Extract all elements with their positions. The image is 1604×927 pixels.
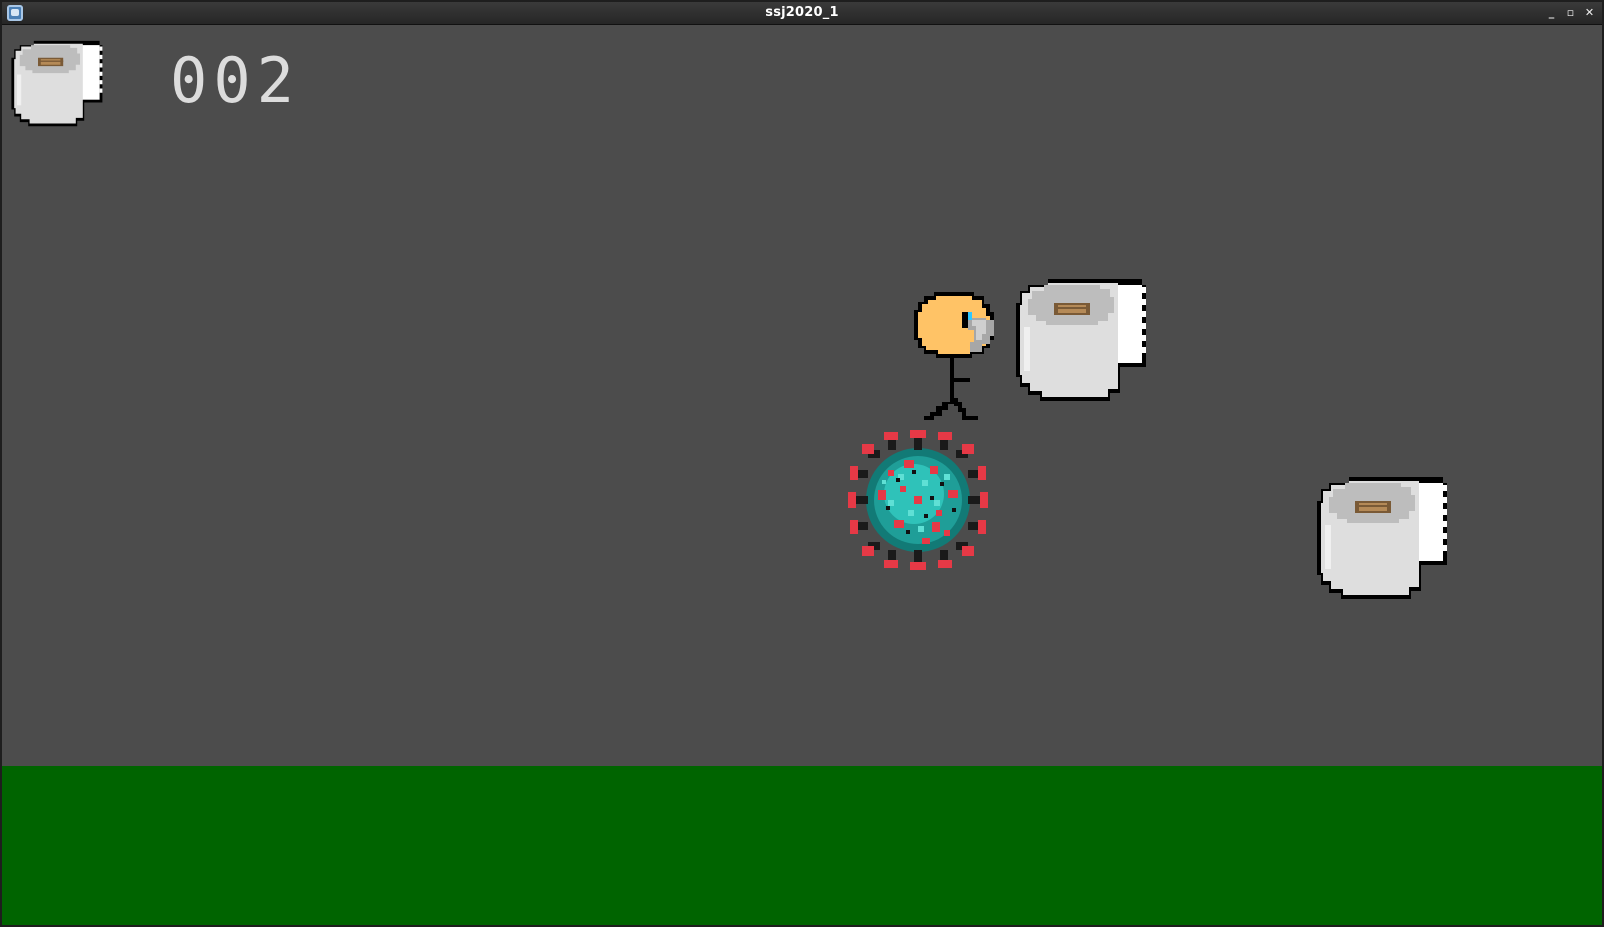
toilet-paper-pickup-1	[1016, 279, 1146, 401]
close-button[interactable]: ✕	[1583, 5, 1596, 21]
toilet-paper-icon	[11, 40, 103, 127]
game-window: ssj2020_1 _ ▫ ✕ 002	[0, 0, 1604, 927]
window-title: ssj2020_1	[765, 5, 839, 20]
score-counter: 002	[170, 44, 300, 117]
maximize-button[interactable]: ▫	[1564, 5, 1577, 21]
title-bar[interactable]: ssj2020_1 _ ▫ ✕	[2, 2, 1602, 25]
toilet-paper-pickup-2	[1317, 477, 1447, 599]
window-controls: _ ▫ ✕	[1545, 4, 1596, 22]
stick-figure-player	[914, 292, 994, 420]
minimize-button[interactable]: _	[1545, 5, 1558, 21]
ground	[2, 766, 1602, 925]
game-viewport[interactable]: 002	[2, 25, 1602, 925]
coronavirus-enemy	[848, 430, 988, 570]
